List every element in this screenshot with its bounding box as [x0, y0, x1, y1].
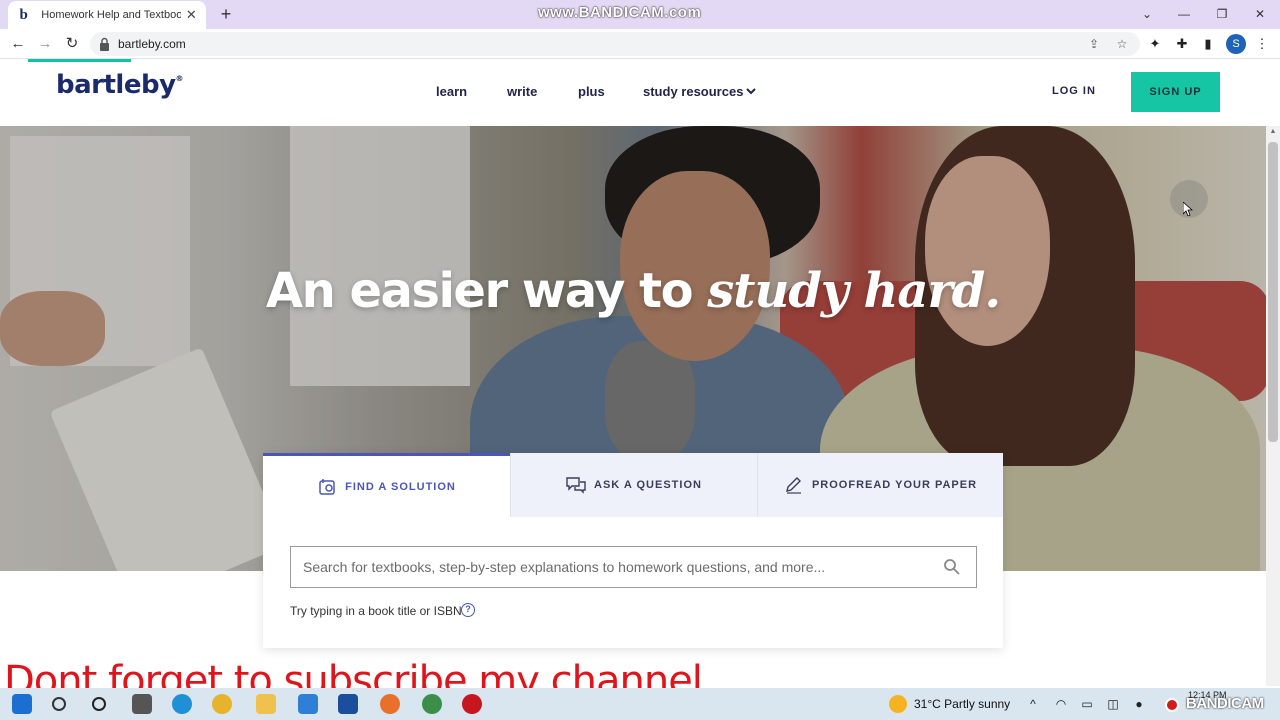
minimize-button[interactable]: — [1174, 4, 1194, 24]
bartleby-logo[interactable]: bartleby® [56, 70, 183, 100]
signup-button[interactable]: SIGN UP [1131, 72, 1220, 112]
chrome-profile-icon[interactable] [422, 694, 442, 714]
star-icon[interactable]: ☆ [1113, 35, 1131, 53]
headline-emphasis: study hard. [707, 263, 1001, 319]
chat-bubble-icon [566, 477, 586, 494]
firefox-icon[interactable] [380, 694, 400, 714]
pencil-icon [786, 477, 801, 494]
address-bar[interactable]: bartleby.com ⇪ ☆ [90, 32, 1140, 56]
weather-sun-icon[interactable] [889, 695, 907, 713]
mail-icon[interactable] [298, 694, 318, 714]
tab-proofread-your-paper[interactable]: PROOFREAD YOUR PAPER [757, 453, 1003, 517]
help-icon[interactable]: ? [461, 603, 475, 617]
chrome-icon[interactable] [212, 694, 232, 714]
site-header: bartleby® learn write plus study resourc… [0, 62, 1280, 126]
logo-text: bartleby [56, 70, 176, 100]
new-tab-button[interactable]: + [216, 4, 236, 24]
scroll-up-arrow-icon[interactable]: ▲ [1268, 128, 1278, 138]
bartleby-favicon-icon: b [19, 7, 28, 23]
tab-proofread-label: PROOFREAD YOUR PAPER [811, 479, 978, 491]
microphone-icon[interactable]: ● [1132, 697, 1146, 711]
reload-icon[interactable]: ↻ [62, 34, 82, 54]
login-link[interactable]: LOG IN [1052, 85, 1096, 97]
file-explorer-icon[interactable] [256, 694, 276, 714]
forward-icon[interactable]: → [35, 34, 55, 54]
search-taskbar-icon[interactable] [52, 697, 66, 711]
close-window-button[interactable]: ✕ [1250, 4, 1270, 24]
extension-icon[interactable]: ✦ [1145, 34, 1165, 54]
tab-title: Homework Help and Textbook So [41, 9, 181, 21]
back-icon[interactable]: ← [8, 34, 28, 54]
weather-text[interactable]: 31°C Partly sunny [914, 697, 1010, 711]
sidepanel-icon[interactable]: ▮ [1198, 34, 1218, 54]
find-solution-icon [319, 478, 335, 495]
tab-search-icon[interactable]: ⌄ [1137, 4, 1157, 24]
bandicam-watermark: www.BANDICAM.com [538, 4, 702, 21]
logo-registered-mark: ® [175, 74, 184, 83]
nav-plus[interactable]: plus [578, 84, 605, 99]
search-hint: Try typing in a book title or ISBN [290, 604, 462, 618]
menu-icon[interactable]: ⋮ [1252, 34, 1272, 54]
record-icon [1165, 698, 1179, 712]
nav-study-resources[interactable]: study resources [643, 84, 743, 99]
meet-now-icon[interactable]: ◫ [1106, 697, 1120, 711]
network-icon[interactable]: ◠ [1054, 697, 1068, 711]
headline-plain: An easier way to [265, 263, 708, 319]
tab-ask-label: ASK A QUESTION [594, 479, 702, 491]
mouse-cursor-icon [1183, 202, 1193, 216]
chevron-down-icon[interactable] [744, 84, 758, 98]
url-text: bartleby.com [118, 37, 186, 51]
lock-icon [100, 37, 109, 51]
hero-headline: An easier way to study hard. [0, 263, 1266, 319]
search-card: FIND A SOLUTION ASK A QUESTION PROOFREAD… [263, 453, 1003, 648]
browser-tab[interactable]: b Homework Help and Textbook So ✕ [8, 1, 206, 29]
scrollbar-thumb[interactable] [1268, 142, 1278, 442]
cortana-icon[interactable] [92, 697, 106, 711]
store-icon[interactable] [338, 694, 358, 714]
puzzle-icon[interactable]: ✚ [1172, 34, 1192, 54]
nav-write[interactable]: write [507, 84, 537, 99]
profile-avatar[interactable]: S [1226, 34, 1246, 54]
tray-overflow-icon[interactable]: ^ [1026, 697, 1040, 711]
windows-start-icon[interactable] [12, 694, 32, 714]
search-icon[interactable] [943, 558, 961, 576]
nav-learn[interactable]: learn [436, 84, 467, 99]
tab-close-icon[interactable]: ✕ [185, 7, 198, 23]
search-input[interactable] [303, 559, 923, 575]
search-box[interactable] [290, 546, 977, 588]
tab-ask-a-question[interactable]: ASK A QUESTION [510, 453, 757, 517]
bandicam-logo: BANDICAM [1186, 695, 1264, 712]
browser-tabstrip: b Homework Help and Textbook So ✕ + www.… [0, 0, 1280, 29]
battery-icon[interactable]: ▭ [1080, 697, 1094, 711]
task-view-icon[interactable] [132, 694, 152, 714]
tab-find-a-solution[interactable]: FIND A SOLUTION [263, 453, 510, 517]
bandicam-app-icon[interactable] [462, 694, 482, 714]
browser-toolbar: ← → ↻ bartleby.com ⇪ ☆ ✦ ✚ ▮ ⋮ [0, 29, 1280, 59]
maximize-button[interactable]: ❐ [1212, 4, 1232, 24]
tab-find-label: FIND A SOLUTION [345, 480, 456, 493]
edge-icon[interactable] [172, 694, 192, 714]
share-icon[interactable]: ⇪ [1085, 35, 1103, 53]
